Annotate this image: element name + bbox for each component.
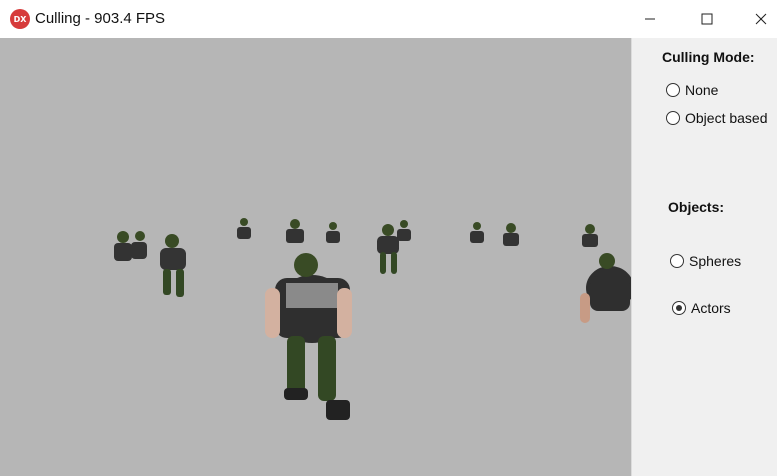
actor-figure-large — [265, 253, 352, 420]
radio-objects-actors[interactable]: Actors — [672, 300, 731, 316]
actor-figure-right — [580, 253, 631, 323]
window-title: Culling - 903.4 FPS — [35, 10, 166, 27]
actor-figure-small-6 — [503, 223, 519, 246]
actor-figure-small-1 — [237, 218, 251, 239]
close-icon — [755, 13, 767, 25]
radio-objects-spheres[interactable]: Spheres — [670, 253, 741, 269]
scene-canvas — [114, 218, 631, 420]
title-bar: DX Culling - 903.4 FPS — [0, 0, 777, 39]
radio-indicator — [666, 111, 680, 125]
radio-label: None — [685, 82, 719, 98]
app-icon: DX — [10, 9, 30, 29]
actor-figure-mid — [377, 224, 399, 274]
radio-indicator — [670, 254, 684, 268]
radio-indicator — [672, 301, 686, 315]
objects-label: Objects: — [668, 199, 725, 215]
actor-figure-small-3 — [326, 222, 340, 243]
actor-figure-small-7 — [582, 224, 598, 247]
radio-culling-object-based[interactable]: Object based — [666, 110, 768, 126]
maximize-icon — [701, 13, 713, 25]
radio-indicator — [666, 83, 680, 97]
actor-figure-left — [160, 234, 186, 297]
actor-figure-left-pair — [114, 231, 147, 261]
actor-figure-small-4 — [397, 220, 411, 241]
actor-figure-small-2 — [286, 219, 304, 243]
settings-panel: Culling Mode: None Object based Objects:… — [631, 38, 777, 476]
render-viewport[interactable] — [0, 38, 631, 476]
radio-label: Object based — [685, 110, 768, 126]
close-button[interactable] — [738, 0, 777, 38]
radio-label: Spheres — [689, 253, 742, 269]
minimize-icon — [645, 18, 655, 20]
radio-culling-none[interactable]: None — [666, 82, 718, 98]
minimize-button[interactable] — [627, 0, 673, 38]
culling-mode-label: Culling Mode: — [662, 49, 755, 65]
maximize-button[interactable] — [684, 0, 730, 38]
radio-label: Actors — [691, 300, 731, 316]
actor-figure-small-5 — [470, 222, 484, 243]
